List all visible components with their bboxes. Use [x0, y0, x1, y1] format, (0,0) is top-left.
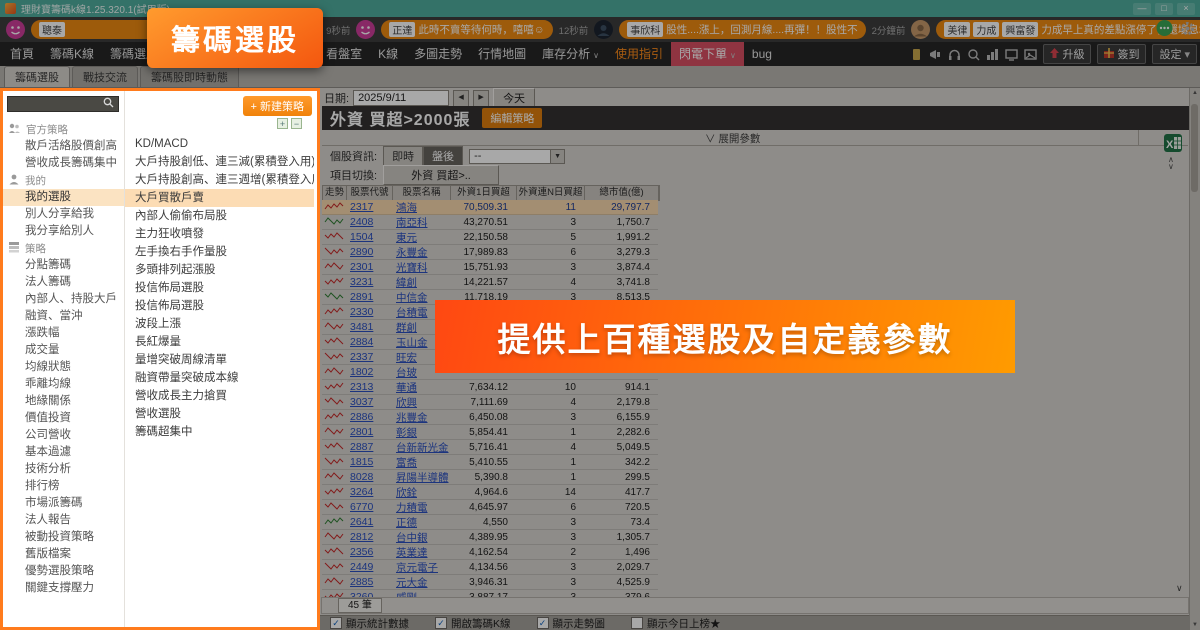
- tree-item-我分享給別人[interactable]: 我分享給別人: [3, 223, 124, 240]
- tree-item-內部人、持股大戶[interactable]: 內部人、持股大戶: [3, 291, 124, 308]
- tree-item-法人報告[interactable]: 法人報告: [3, 512, 124, 529]
- tree-item-均線狀態[interactable]: 均線狀態: [3, 359, 124, 376]
- strategy-sidebar: 官方策略散戶活絡股價創高營收成長籌碼集中我的我的選股別人分享給我我分享給別人策略…: [0, 88, 320, 630]
- collapse-icon[interactable]: −: [291, 118, 302, 129]
- strategy-item[interactable]: 量增突破周線清單: [125, 351, 314, 369]
- tree-item-成交量[interactable]: 成交量: [3, 342, 124, 359]
- strategy-list: KD/MACD大戶持股創低、連三減(累積登入用)大戶持股創高、連三週增(累積登入…: [125, 135, 314, 624]
- category-column: 官方策略散戶活絡股價創高營收成長籌碼集中我的我的選股別人分享給我我分享給別人策略…: [3, 91, 125, 627]
- tree-section-策略: 策略: [3, 240, 124, 257]
- app-window: 理財寶籌碼k線1.25.320.1(試用版) —□× 聰泰8秒前世紀*勃起了 帥…: [0, 0, 1200, 630]
- tree-item-分點籌碼[interactable]: 分點籌碼: [3, 257, 124, 274]
- expand-icon[interactable]: +: [277, 118, 288, 129]
- tree-item-技術分析[interactable]: 技術分析: [3, 461, 124, 478]
- strategy-column: + 新建策略 +− KD/MACD大戶持股創低、連三減(累積登入用)大戶持股創高…: [125, 91, 317, 627]
- tree-section-官方策略: 官方策略: [3, 121, 124, 138]
- strategy-item[interactable]: 營收成長主力搶買: [125, 387, 314, 405]
- strategy-item[interactable]: 波段上漲: [125, 315, 314, 333]
- list-zoom-buttons: +−: [277, 118, 302, 129]
- strategy-item[interactable]: 大戶持股創低、連三減(累積登入用): [125, 153, 314, 171]
- promo-badge: 籌碼選股: [147, 8, 323, 68]
- strategy-item[interactable]: 大戶買散戶賣: [125, 189, 314, 207]
- tree-item-法人籌碼[interactable]: 法人籌碼: [3, 274, 124, 291]
- tree-item-基本過濾[interactable]: 基本過濾: [3, 444, 124, 461]
- strategy-item[interactable]: KD/MACD: [125, 135, 314, 153]
- strategy-item[interactable]: 多頭排列起漲股: [125, 261, 314, 279]
- strategy-item[interactable]: 左手換右手作量股: [125, 243, 314, 261]
- tree-item-漲跌幅[interactable]: 漲跌幅: [3, 325, 124, 342]
- people-icon: [8, 122, 21, 137]
- search-input[interactable]: [7, 96, 119, 112]
- tree-item-營收成長籌碼集中[interactable]: 營收成長籌碼集中: [3, 155, 124, 172]
- strategy-item[interactable]: 長紅爆量: [125, 333, 314, 351]
- promo-banner: 提供上百種選股及自定義參數: [435, 300, 1015, 373]
- tree-item-公司營收[interactable]: 公司營收: [3, 427, 124, 444]
- strategy-item[interactable]: 主力狂收噴發: [125, 225, 314, 243]
- tree-item-散戶活絡股價創高[interactable]: 散戶活絡股價創高: [3, 138, 124, 155]
- category-tree: 官方策略散戶活絡股價創高營收成長籌碼集中我的我的選股別人分享給我我分享給別人策略…: [3, 121, 124, 597]
- tree-item-市場派籌碼[interactable]: 市場派籌碼: [3, 495, 124, 512]
- tree-item-別人分享給我[interactable]: 別人分享給我: [3, 206, 124, 223]
- tree-item-被動投資策略[interactable]: 被動投資策略: [3, 529, 124, 546]
- new-strategy-button[interactable]: + 新建策略: [243, 96, 312, 116]
- strategy-item[interactable]: 投信佈局選股: [125, 279, 314, 297]
- person-icon: [8, 173, 20, 188]
- strategy-item[interactable]: 內部人偷偷布局股: [125, 207, 314, 225]
- tree-item-地緣關係[interactable]: 地緣關係: [3, 393, 124, 410]
- strategy-item[interactable]: 投信佈局選股: [125, 297, 314, 315]
- tree-item-關鍵支撐壓力[interactable]: 關鍵支撐壓力: [3, 580, 124, 597]
- tree-item-乖離均線[interactable]: 乖離均線: [3, 376, 124, 393]
- search-icon: [103, 95, 114, 113]
- strategy-item[interactable]: 籌碼超集中: [125, 423, 314, 441]
- strategy-item[interactable]: 營收選股: [125, 405, 314, 423]
- strategy-item[interactable]: 大戶持股創高、連三週增(累積登入用): [125, 171, 314, 189]
- layers-icon: [8, 241, 20, 256]
- tree-item-排行榜[interactable]: 排行榜: [3, 478, 124, 495]
- tree-item-融資、當沖[interactable]: 融資、當沖: [3, 308, 124, 325]
- tree-item-優勢選股策略[interactable]: 優勢選股策略: [3, 563, 124, 580]
- tree-item-我的選股[interactable]: 我的選股: [3, 189, 124, 206]
- tree-item-舊版檔案[interactable]: 舊版檔案: [3, 546, 124, 563]
- strategy-item[interactable]: 融資帶量突破成本線: [125, 369, 314, 387]
- tree-item-價值投資[interactable]: 價值投資: [3, 410, 124, 427]
- tree-section-我的: 我的: [3, 172, 124, 189]
